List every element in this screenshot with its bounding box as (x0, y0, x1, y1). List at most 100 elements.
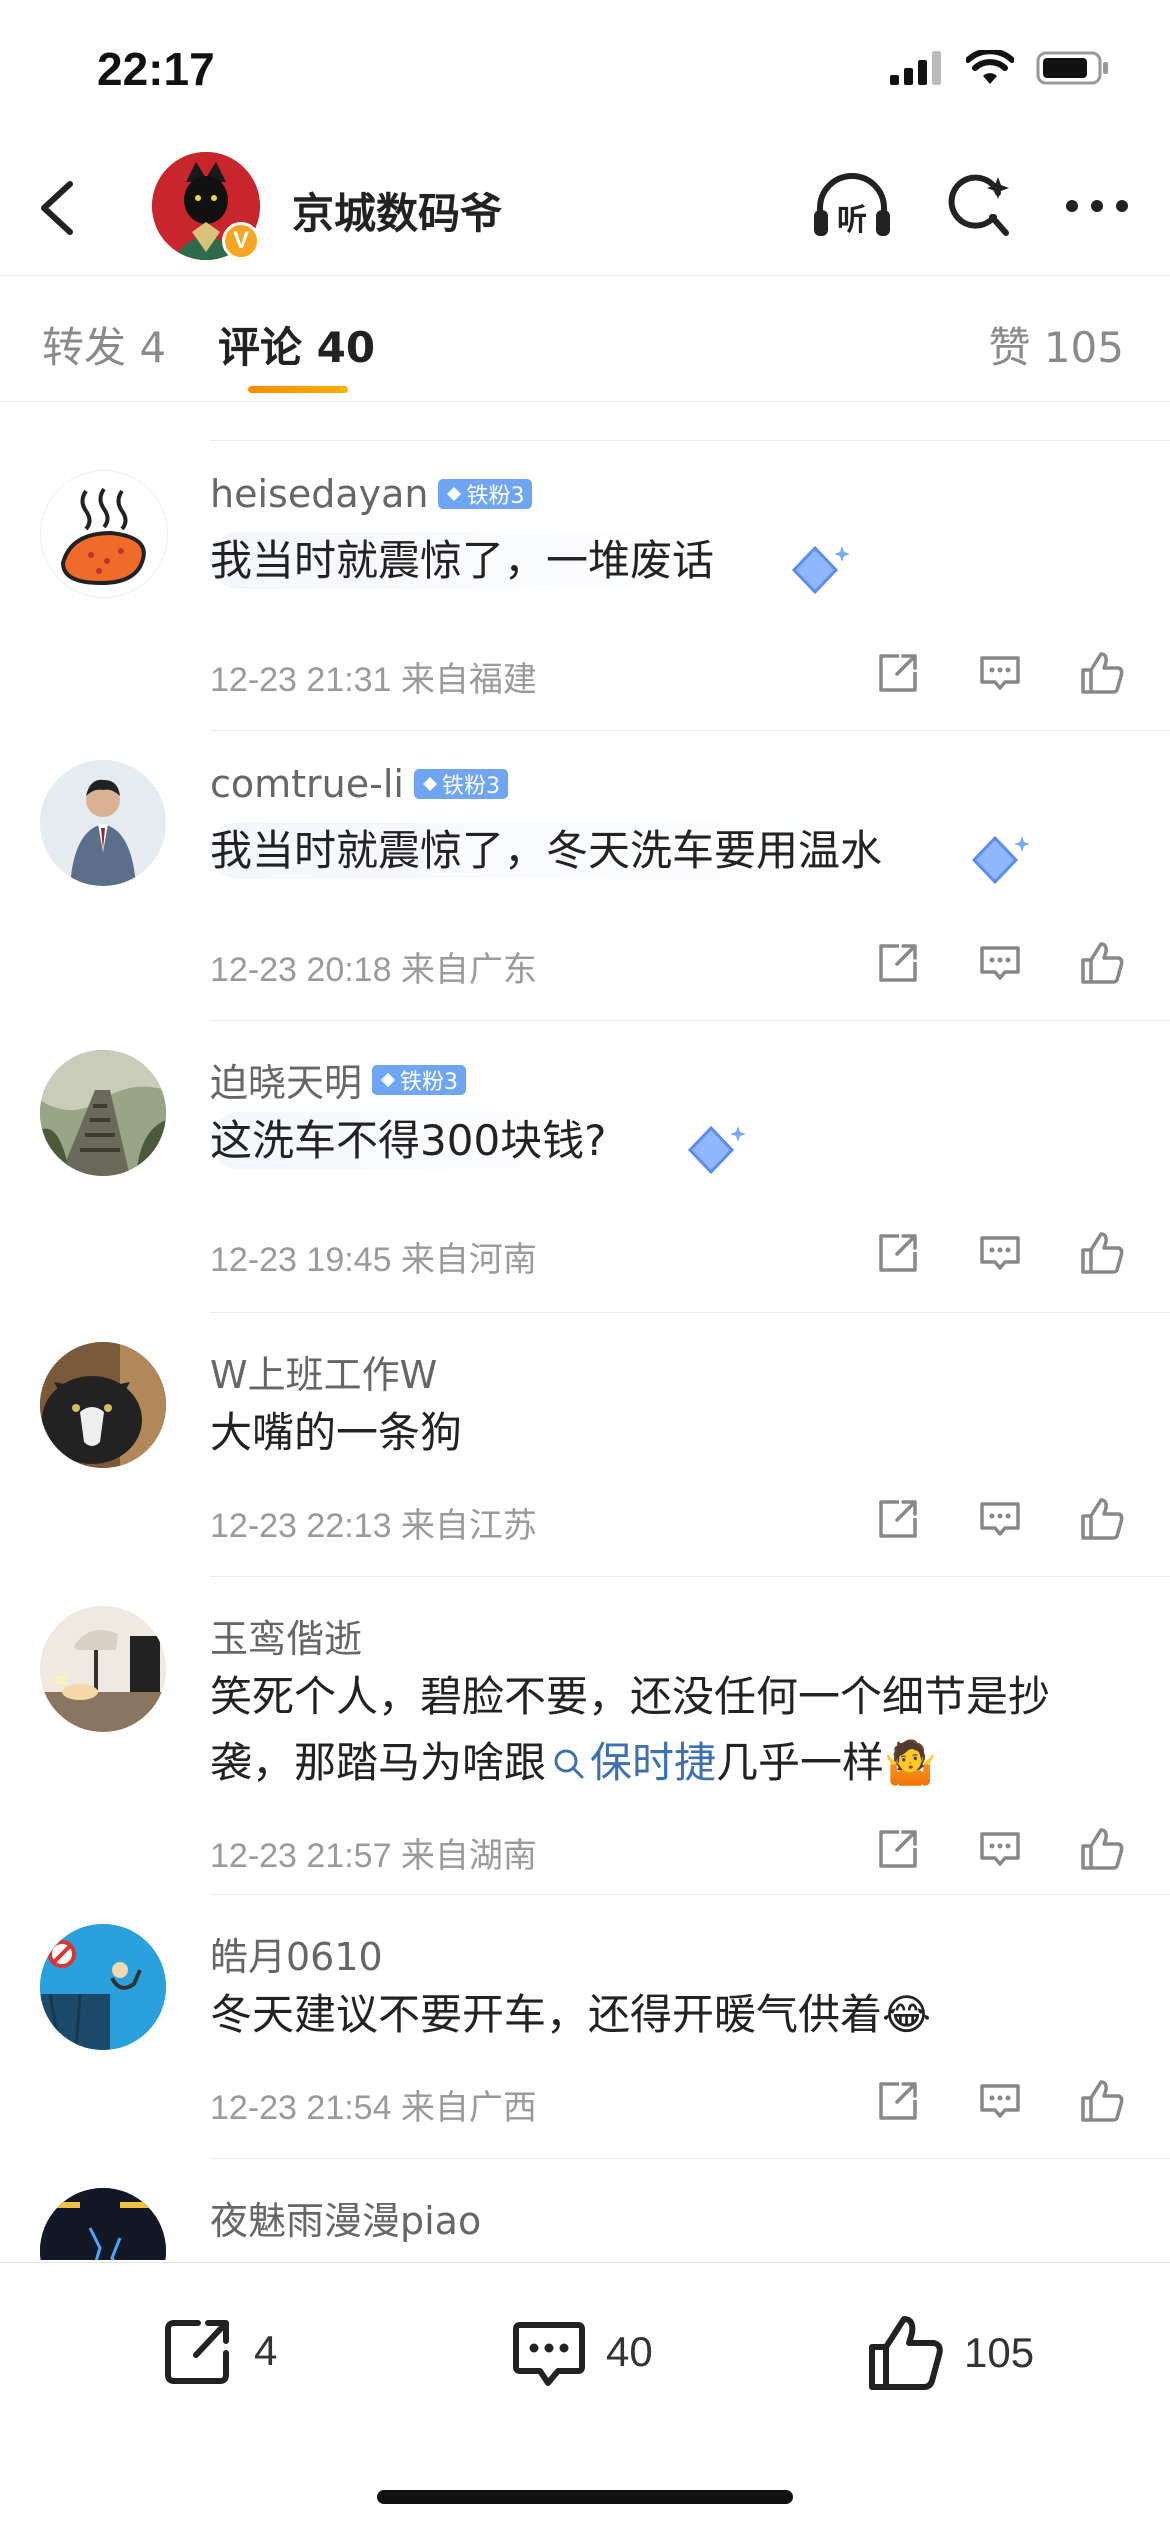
reply-icon[interactable] (977, 1826, 1023, 1872)
repost-button[interactable]: 4 (160, 2313, 277, 2389)
more-icon[interactable] (1064, 196, 1130, 216)
share-icon[interactable] (875, 940, 921, 986)
account-name[interactable]: 京城数码爷 (292, 180, 502, 241)
divider (210, 1894, 1170, 1895)
reply-icon[interactable] (977, 1496, 1023, 1542)
reply-icon[interactable] (977, 940, 1023, 986)
comment-avatar[interactable] (40, 2188, 166, 2260)
comment-username[interactable]: heisedayan 铁粉3 (210, 472, 533, 516)
comment-meta: 12-23 21:31 来自福建 (210, 661, 537, 699)
reply-icon[interactable] (977, 2078, 1023, 2124)
share-icon[interactable] (875, 1230, 921, 1276)
nav-bar: V 京城数码爷 听 (0, 140, 1170, 275)
comment-text: 我当时就震惊了，一堆废话 (210, 528, 1110, 594)
fan-badge: 铁粉3 (438, 479, 533, 509)
shrug-emoji: 🤷 (884, 1738, 937, 1787)
diamond-sparkle-icon (791, 545, 850, 595)
comment-meta: 12-23 22:13 来自江苏 (210, 1507, 537, 1545)
username-text[interactable]: 玉鸾偕逝 (210, 1608, 362, 1663)
like-icon[interactable] (1079, 1230, 1125, 1276)
reply-icon[interactable] (977, 650, 1023, 696)
nav-actions: 听 (810, 170, 1130, 242)
comment-text: 这洗车不得300块钱? (210, 1108, 1110, 1174)
reply-icon[interactable] (977, 1230, 1023, 1276)
comment-actions (875, 650, 1125, 696)
comment-username[interactable]: W上班工作W (210, 1344, 437, 1399)
search-topic-icon (554, 1749, 584, 1779)
comment-button[interactable]: 40 (510, 2313, 653, 2391)
divider (210, 1312, 1170, 1313)
comment-text: 大嘴的一条狗 (210, 1408, 463, 1457)
like-icon[interactable] (1079, 650, 1125, 696)
comment-meta: 12-23 21:54 来自广西 (210, 2089, 537, 2127)
like-button[interactable]: 105 (866, 2313, 1034, 2393)
comment-avatar[interactable] (40, 1342, 166, 1468)
username-text[interactable]: 夜魅雨漫漫piao (210, 2190, 481, 2245)
comment-username[interactable]: 夜魅雨漫漫piao (210, 2190, 481, 2245)
comment-icon (513, 2322, 585, 2386)
repost-count: 4 (254, 2327, 278, 2374)
username-text[interactable]: comtrue-li (210, 762, 404, 806)
comment-text: 冬天建议不要开车，还得开暖气供着😂 (210, 1982, 1110, 2048)
comment-avatar[interactable] (40, 760, 166, 886)
divider (210, 1576, 1170, 1577)
comment-actions (875, 940, 1125, 986)
badge-label: 铁粉3 (466, 484, 525, 509)
comment-text-content: 冬天建议不要开车，还得开暖气供着 (210, 1990, 883, 2039)
share-icon[interactable] (875, 2078, 921, 2124)
diamond-icon (447, 487, 462, 501)
like-icon[interactable] (1079, 1826, 1125, 1872)
diamond-sparkle-icon (971, 835, 1030, 885)
status-icons (890, 50, 1110, 86)
comment-avatar[interactable] (40, 1606, 166, 1732)
comment-text-part: 几乎一样 (716, 1738, 885, 1787)
fan-badge: 铁粉3 (413, 769, 508, 799)
username-text[interactable]: 皓月0610 (210, 1926, 383, 1981)
comment-avatar[interactable] (40, 1924, 166, 2050)
headphones-listen-icon[interactable]: 听 (810, 170, 894, 242)
username-text[interactable]: W上班工作W (210, 1344, 437, 1399)
svg-text:听: 听 (837, 203, 867, 238)
share-icon[interactable] (875, 1496, 921, 1542)
tab-bar: 转发 4 评论 40 赞 105 (0, 275, 1170, 402)
topic-link[interactable]: 保时捷 (590, 1738, 716, 1787)
status-time: 22:17 (97, 43, 215, 95)
tab-likes[interactable]: 赞 105 (988, 314, 1124, 375)
comment-username[interactable]: 迫晓天明 铁粉3 (210, 1052, 467, 1107)
username-text[interactable]: heisedayan (210, 472, 428, 516)
laughing-emoji: 😂 (882, 1990, 932, 2039)
comment-avatar[interactable] (40, 470, 168, 598)
username-text[interactable]: 迫晓天明 (210, 1052, 362, 1107)
comment-username[interactable]: comtrue-li 铁粉3 (210, 762, 508, 806)
verified-badge: V (222, 222, 260, 260)
comment-text: 笑死个人，碧脸不要，还没任何一个细节是抄袭，那踏马为啥跟 保时捷几乎一样🤷 (210, 1664, 1110, 1796)
search-icon[interactable] (946, 173, 1012, 239)
tab-comments[interactable]: 评论 40 (218, 314, 375, 375)
thumbs-up-icon (869, 2316, 943, 2390)
comment-username[interactable]: 皓月0610 (210, 1926, 383, 1981)
like-icon[interactable] (1079, 940, 1125, 986)
comment-count: 40 (606, 2328, 653, 2375)
divider (210, 730, 1170, 731)
share-icon[interactable] (875, 1826, 921, 1872)
status-bar: 22:17 (0, 0, 1170, 140)
comment-actions (875, 1230, 1125, 1276)
home-indicator[interactable] (377, 2490, 793, 2504)
like-count: 105 (964, 2329, 1035, 2376)
back-arrow-icon[interactable] (30, 178, 86, 238)
divider (210, 1020, 1170, 1021)
comment-meta: 12-23 19:45 来自河南 (210, 1241, 537, 1279)
comment-list: heisedayan 铁粉3 我当时就震惊了，一堆废话 12-23 21:31 … (0, 400, 1170, 2260)
tab-reposts[interactable]: 转发 4 (42, 314, 166, 375)
diamond-icon (381, 1072, 396, 1087)
like-icon[interactable] (1079, 2078, 1125, 2124)
share-icon[interactable] (875, 650, 921, 696)
like-icon[interactable] (1079, 1496, 1125, 1542)
comment-username[interactable]: 玉鸾偕逝 (210, 1608, 362, 1663)
fan-badge: 铁粉3 (372, 1064, 467, 1095)
partial-previous-comment (210, 400, 1170, 441)
wifi-icon (966, 50, 1014, 84)
comment-avatar[interactable] (40, 1050, 166, 1176)
comment-meta: 12-23 21:57 来自湖南 (210, 1837, 537, 1875)
tab-active-indicator (248, 386, 348, 393)
